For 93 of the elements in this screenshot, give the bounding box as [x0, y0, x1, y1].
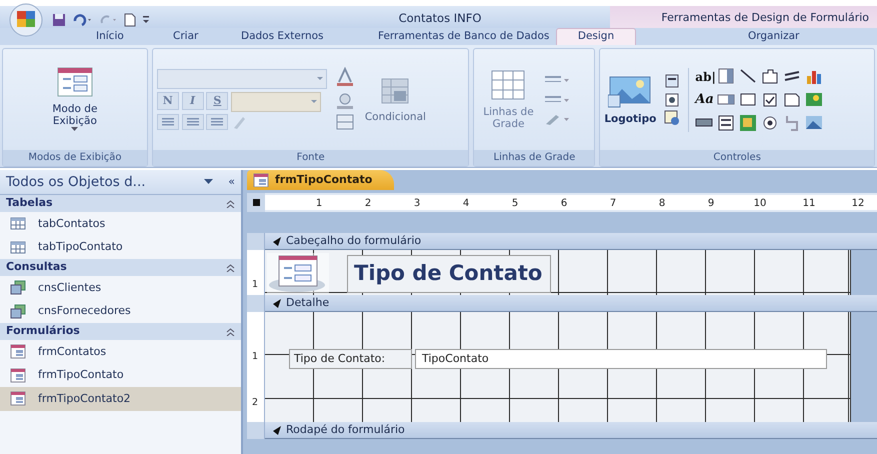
ribbon-tab[interactable]: Organizar — [740, 29, 808, 45]
select-form-icon[interactable] — [252, 199, 260, 206]
photo-icon[interactable] — [805, 114, 824, 132]
ribbon-tab[interactable]: Criar — [165, 29, 206, 45]
ruler-number: 6 — [560, 197, 568, 211]
ruler-number: 2 — [364, 197, 372, 211]
line-color-icon[interactable] — [544, 112, 570, 126]
ribbon-tab[interactable]: Design — [556, 28, 636, 45]
line-icon[interactable] — [739, 68, 758, 86]
undo-icon[interactable] — [72, 13, 92, 27]
align-icon[interactable] — [206, 114, 228, 130]
form-view-icon — [56, 67, 93, 97]
form-icon — [10, 391, 26, 406]
rectangle-icon[interactable] — [739, 90, 758, 108]
subform-icon[interactable] — [717, 114, 736, 132]
save-icon[interactable] — [52, 13, 66, 27]
field-label[interactable]: Tipo de Contato: — [289, 349, 412, 369]
caret-icon — [71, 127, 78, 132]
navigation-item[interactable]: frmTipoContato — [0, 364, 241, 387]
logo-button[interactable]: Logotipo — [604, 74, 656, 124]
section-bar[interactable]: Detalhe — [265, 295, 877, 312]
ruler-number: 10 — [754, 197, 766, 211]
ribbon-tab[interactable]: Ferramentas de Banco de Dados — [370, 29, 558, 45]
landscape-picture-icon — [608, 74, 652, 108]
customize-dropdown-icon[interactable] — [142, 15, 150, 25]
ribbon-tab[interactable]: Dados Externos — [233, 29, 332, 45]
table-icon — [10, 240, 26, 255]
group-label: Controles — [600, 150, 874, 166]
ruler-number: 9 — [708, 197, 714, 211]
dropdown-caret-icon[interactable] — [204, 179, 214, 185]
navigation-item[interactable]: cnsFornecedores — [0, 300, 241, 323]
tab-control-icon[interactable] — [761, 68, 780, 86]
form-icon — [253, 173, 269, 187]
group-header[interactable]: Consultas — [0, 259, 241, 276]
group-header[interactable]: Formulários — [0, 323, 241, 340]
navigation-pane-header[interactable]: Todos os Objetos d... « — [0, 170, 241, 195]
ruler-number: 4 — [462, 197, 470, 211]
ruler-number: 11 — [802, 197, 816, 211]
navigation-item[interactable]: frmTipoContato2 — [0, 387, 241, 410]
ruler-number: 7 — [610, 197, 616, 211]
pane-title: Todos os Objetos d... — [6, 172, 147, 192]
section-marker-icon — [273, 236, 282, 246]
collapse-chevron-icon — [226, 264, 235, 272]
document-tab[interactable]: frmTipoContato — [247, 170, 394, 190]
section-bar[interactable]: Rodapé do formulário — [265, 422, 877, 439]
section-marker-icon — [273, 426, 282, 434]
ruler-number: 3 — [414, 197, 420, 211]
navigation-item[interactable]: frmContatos — [0, 340, 241, 364]
ruler-number: 1 — [252, 278, 258, 292]
query-icon — [10, 280, 26, 296]
conditional-format-icon — [380, 76, 410, 106]
align-icon[interactable] — [156, 114, 179, 130]
ribbon-tab[interactable]: Início — [88, 29, 132, 45]
navigation-item[interactable]: tabContatos — [0, 212, 241, 236]
form-icon — [10, 344, 26, 360]
collapse-pane-button[interactable]: « — [228, 174, 235, 190]
section-bar[interactable]: Cabeçalho do formulário — [265, 233, 877, 250]
ruler-number: 1 — [316, 197, 322, 211]
group-header[interactable]: Tabelas — [0, 195, 241, 212]
ruler-number: 2 — [252, 396, 258, 410]
context-title: Ferramentas de Design de Formulário — [661, 10, 869, 26]
window-title: Contatos INFO — [398, 10, 482, 27]
new-document-icon[interactable] — [124, 13, 136, 27]
collapse-chevron-icon — [226, 328, 235, 336]
ruler-number: 5 — [512, 197, 518, 211]
section-marker-icon — [273, 298, 282, 308]
ruler-number: 1 — [252, 350, 258, 364]
text-tool-label: ab| — [695, 68, 717, 86]
group-label: Fonte — [152, 150, 468, 166]
form-icon — [10, 368, 26, 383]
navigation-item[interactable]: cnsClientes — [0, 276, 241, 300]
text-box[interactable]: TipoContato — [415, 349, 827, 369]
conditional-formatting-button[interactable]: Condicional — [364, 76, 426, 122]
page-icon[interactable] — [783, 90, 802, 108]
list-box-icon[interactable] — [717, 68, 736, 86]
collapse-chevron-icon — [226, 200, 235, 208]
grid-icon — [491, 70, 526, 100]
ruler-number: 12 — [852, 197, 864, 211]
navigation-item[interactable]: tabTipoContato — [0, 236, 241, 259]
radio-button-icon[interactable] — [761, 114, 780, 132]
title-icon[interactable] — [664, 72, 680, 89]
query-icon — [10, 304, 26, 319]
ruler-number: 8 — [658, 197, 666, 211]
group-label: Modos de Exibição — [3, 150, 147, 166]
view-button[interactable]: Modo de Exibição — [40, 67, 110, 132]
table-icon — [10, 216, 26, 232]
text-tool-label: Aa — [695, 90, 715, 108]
group-label: Linhas de Grade — [474, 150, 594, 166]
page-number-icon[interactable] — [664, 92, 680, 108]
checkbox-icon[interactable] — [761, 90, 780, 108]
date-time-icon[interactable] — [664, 110, 680, 126]
form-title-label[interactable]: Tipo de Contato — [347, 255, 551, 293]
align-icon[interactable] — [182, 114, 204, 130]
